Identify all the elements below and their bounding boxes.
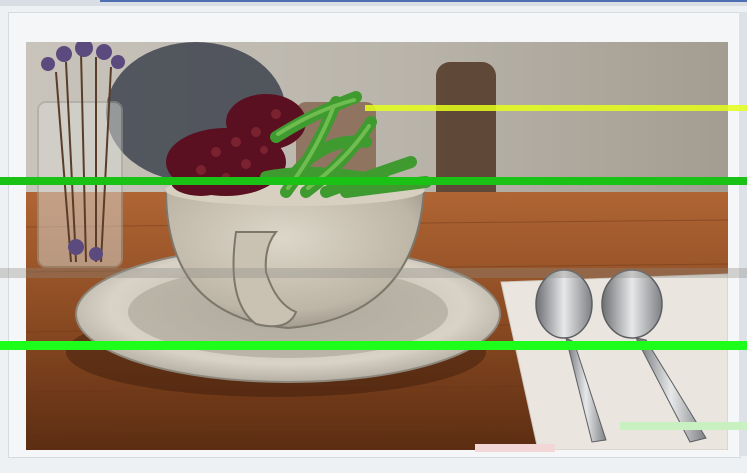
blurred-chair	[436, 62, 496, 212]
glitch-line-gray	[0, 268, 747, 278]
glitch-right-fragment	[620, 422, 747, 430]
scrollbar-track[interactable]	[739, 12, 747, 456]
top-strip	[0, 0, 747, 6]
glitch-line-green-top	[0, 177, 747, 185]
food-photo	[26, 42, 728, 450]
glitch-line-yellow	[365, 105, 747, 111]
glitch-line-green-bottom	[0, 341, 747, 350]
screenshot-page	[0, 0, 747, 473]
top-accent-bar	[100, 0, 747, 2]
food-photo-drawing	[26, 42, 728, 450]
glitch-bottom-fragment	[475, 444, 555, 452]
